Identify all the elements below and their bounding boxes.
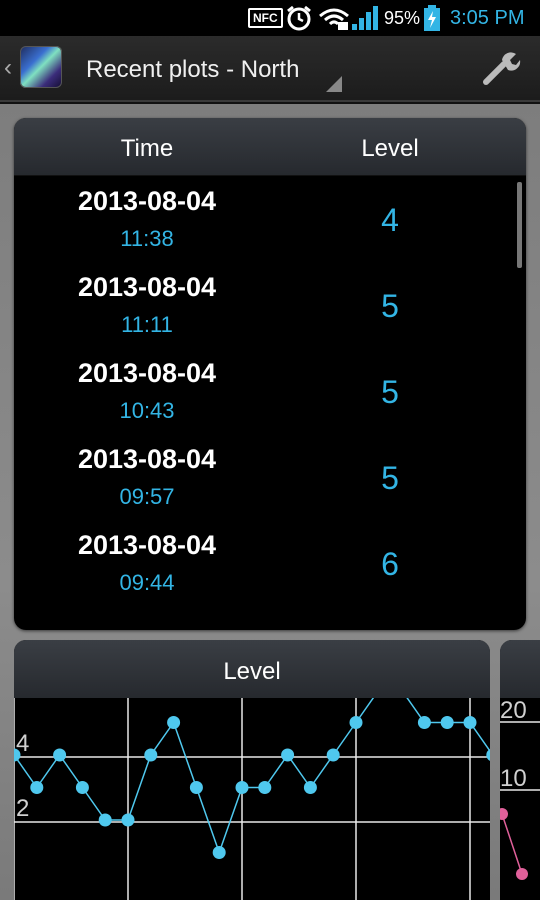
data-point bbox=[500, 808, 508, 820]
alarm-clock-icon bbox=[285, 0, 313, 36]
row-date: 2013-08-04 bbox=[77, 530, 217, 560]
row-level: 6 bbox=[381, 546, 399, 582]
data-point bbox=[30, 781, 44, 794]
column-header-time: Time bbox=[120, 135, 174, 162]
table-rows[interactable]: 2013-08-04 11:38 4 2013-08-04 11:11 5 20… bbox=[14, 176, 526, 606]
row-level: 5 bbox=[381, 374, 399, 410]
data-point bbox=[98, 813, 112, 827]
table-row[interactable]: 2013-08-04 10:43 5 bbox=[14, 348, 526, 434]
table-scrollbar[interactable] bbox=[517, 182, 522, 268]
data-point bbox=[417, 716, 431, 729]
recent-levels-table: Time Level 2013-08-04 11:38 4 2013-08-04… bbox=[14, 118, 526, 630]
chart-title: Level bbox=[223, 658, 281, 685]
action-bar: ‹ Recent plots - North bbox=[0, 36, 540, 102]
data-point bbox=[303, 781, 317, 794]
battery-percent: 95% bbox=[384, 7, 421, 28]
level-chart[interactable]: 642 bbox=[14, 698, 490, 900]
up-chevron-icon[interactable]: ‹ bbox=[4, 54, 12, 82]
wifi-icon bbox=[318, 0, 350, 36]
chart-header: Level bbox=[14, 640, 490, 698]
y-tick-label: 10 bbox=[500, 765, 527, 792]
level-chart-card[interactable]: Level 642 bbox=[14, 640, 490, 900]
y-tick-label: 2 bbox=[16, 795, 29, 822]
table-row[interactable]: 2013-08-04 11:11 5 bbox=[14, 262, 526, 348]
table-row[interactable]: 2013-08-04 09:57 5 bbox=[14, 434, 526, 520]
data-point bbox=[121, 813, 135, 827]
wrench-icon[interactable] bbox=[480, 50, 522, 86]
data-point bbox=[258, 781, 272, 794]
data-point bbox=[326, 748, 340, 762]
page-title[interactable]: Recent plots - North bbox=[86, 56, 299, 84]
row-time: 09:57 bbox=[119, 484, 175, 509]
nfc-label: NFC bbox=[248, 8, 283, 28]
data-point bbox=[75, 781, 89, 794]
series-line bbox=[501, 813, 523, 875]
data-point bbox=[167, 716, 181, 729]
signal-icon bbox=[350, 0, 380, 36]
status-bar: NFC 95% 3:05 PM bbox=[0, 0, 540, 36]
chart-header bbox=[500, 640, 540, 698]
data-point bbox=[349, 716, 363, 729]
data-point bbox=[189, 781, 203, 794]
data-point bbox=[440, 716, 454, 729]
second-chart[interactable]: 2010 bbox=[500, 698, 540, 900]
nfc-icon: NFC bbox=[248, 0, 283, 36]
data-point bbox=[281, 748, 295, 762]
data-point bbox=[516, 868, 528, 880]
row-level: 5 bbox=[381, 288, 399, 324]
data-point bbox=[53, 748, 67, 762]
data-point bbox=[235, 781, 249, 794]
row-time: 09:44 bbox=[119, 570, 175, 595]
data-point bbox=[144, 748, 158, 762]
row-time: 10:43 bbox=[119, 398, 175, 423]
status-time: 3:05 PM bbox=[450, 6, 525, 29]
column-header-level: Level bbox=[361, 135, 419, 162]
data-point bbox=[486, 749, 490, 761]
row-date: 2013-08-04 bbox=[77, 272, 217, 302]
second-chart-card[interactable]: 20 10 bbox=[500, 640, 540, 900]
data-point bbox=[463, 716, 477, 729]
table-row[interactable]: 2013-08-04 09:44 6 bbox=[14, 520, 526, 606]
row-level: 4 bbox=[381, 202, 399, 238]
table-row[interactable]: 2013-08-04 11:38 4 bbox=[14, 176, 526, 262]
row-level: 5 bbox=[381, 460, 399, 496]
y-tick-label: 20 bbox=[500, 698, 527, 724]
row-date: 2013-08-04 bbox=[77, 444, 217, 474]
row-date: 2013-08-04 bbox=[77, 186, 217, 216]
row-date: 2013-08-04 bbox=[77, 358, 217, 388]
battery-charging-icon bbox=[423, 0, 441, 36]
data-point bbox=[212, 846, 226, 859]
table-header: Time Level bbox=[14, 118, 526, 176]
row-time: 11:11 bbox=[121, 312, 173, 337]
spinner-triangle-icon[interactable] bbox=[326, 76, 342, 92]
row-time: 11:38 bbox=[120, 226, 174, 251]
app-icon[interactable] bbox=[20, 46, 62, 88]
